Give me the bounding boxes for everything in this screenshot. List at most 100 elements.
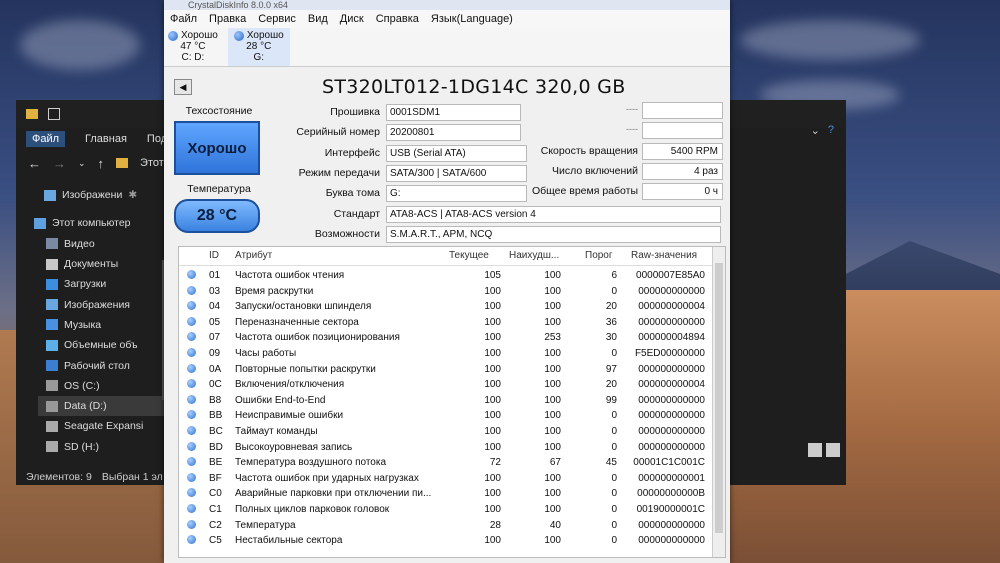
threshold-value: 0 <box>611 535 617 547</box>
current-value: 100 <box>484 488 501 500</box>
raw-value: 000000004894 <box>638 332 705 344</box>
table-row[interactable]: BB Неисправимые ошибки 100 100 0 000000000000 <box>179 407 709 423</box>
chevron-down-icon[interactable]: ⌄ <box>811 124 820 137</box>
table-row[interactable]: 0C Включения/отключения 100 100 20 0000000000… <box>179 376 709 392</box>
chevron-down-icon[interactable]: ⌄ <box>78 158 86 169</box>
sidebar-item-3d-objects[interactable]: Объемные объ <box>46 335 164 355</box>
sidebar-item-drive-c[interactable]: OS (C:) <box>46 376 164 396</box>
menu-help[interactable]: Справка <box>376 13 419 25</box>
table-row[interactable]: BC Таймаут команды 100 100 0 000000000000 <box>179 423 709 439</box>
quick-access-toolbar-icon[interactable] <box>48 108 60 120</box>
raw-value: 00000000000B <box>637 488 705 500</box>
large-icons-view-icon[interactable] <box>826 443 840 457</box>
sidebar-item-pictures[interactable]: Изображения <box>46 294 164 314</box>
table-row[interactable]: C2 Температура 28 40 0 000000000000 <box>179 517 709 533</box>
col-id[interactable]: ID <box>209 250 219 261</box>
drive-tab-c-d[interactable]: Хорошо 47 °C C: D: <box>168 28 218 66</box>
table-row[interactable]: 03 Время раскрутки 100 100 0 000000000000 <box>179 283 709 299</box>
volume-label: Буква тома <box>325 187 380 199</box>
features-value: S.M.A.R.T., APM, NCQ <box>386 226 721 243</box>
current-value: 100 <box>484 472 501 484</box>
table-scrollbar[interactable] <box>712 247 725 557</box>
drive-tab-g[interactable]: Хорошо 28 °C G: <box>227 28 290 66</box>
menu-file[interactable]: Файл <box>170 13 197 25</box>
table-row[interactable]: 04 Запуски/остановки шпинделя 100 100 20 0000… <box>179 298 709 314</box>
menu-view[interactable]: Вид <box>308 13 328 25</box>
col-attribute[interactable]: Атрибут <box>235 250 272 261</box>
sidebar-item-sd[interactable]: SD (H:) <box>46 437 164 457</box>
table-row[interactable]: BE Температура воздушного потока 72 67 45 000… <box>179 454 709 470</box>
menu-edit[interactable]: Правка <box>209 13 246 25</box>
col-current[interactable]: Текущее <box>449 250 489 261</box>
table-row[interactable]: C1 Полных циклов парковок головок 100 100 0 0… <box>179 501 709 517</box>
sd-card-icon <box>46 441 58 453</box>
worst-value: 67 <box>549 457 561 469</box>
table-row[interactable]: BF Частота ошибок при ударных нагрузках 10… <box>179 470 709 486</box>
current-value: 100 <box>484 348 501 359</box>
table-row[interactable]: C0 Аварийные парковки при отключении пи..… <box>179 485 709 501</box>
raw-value: 0000007E85A0 <box>636 270 705 281</box>
current-value: 100 <box>484 410 501 422</box>
table-row[interactable]: 05 Переназначенные сектора 100 100 36 0000000… <box>179 314 709 330</box>
table-row[interactable]: 0A Повторные попытки раскрутки 100 100 97 000… <box>179 361 709 377</box>
attribute-name: Запуски/остановки шпинделя <box>235 301 372 313</box>
details-view-icon[interactable] <box>808 443 822 457</box>
menu-language[interactable]: Язык(Language) <box>431 13 513 25</box>
table-row[interactable]: 07 Частота ошибок позиционирования 100 253 3… <box>179 329 709 345</box>
previous-disk-button[interactable]: ◀ <box>174 79 192 95</box>
forward-arrow-icon[interactable]: → <box>53 156 66 171</box>
col-threshold[interactable]: Порог <box>585 250 613 261</box>
sidebar-item-this-pc[interactable]: Этот компьютер <box>34 213 164 233</box>
threshold-value: 0 <box>611 504 617 515</box>
power-hours-label: Общее время работы <box>531 185 638 197</box>
worst-value: 100 <box>544 472 561 484</box>
health-status-badge[interactable]: Хорошо <box>174 121 260 175</box>
desktop-folder-icon <box>46 360 58 372</box>
sidebar-item-video[interactable]: Видео <box>46 234 164 254</box>
table-row[interactable]: BD Высокоуровневая запись 100 100 0 000000000… <box>179 439 709 455</box>
interface-label: Интерфейс <box>324 147 380 159</box>
current-value: 100 <box>484 316 501 328</box>
sidebar-item-downloads[interactable]: Загрузки <box>46 274 164 294</box>
sidebar-item-drive-d[interactable]: Data (D:) <box>38 395 164 417</box>
threshold-value: 97 <box>605 363 617 375</box>
status-good-icon <box>187 394 196 404</box>
serial-value: 20200801 <box>386 124 521 141</box>
attribute-id: 07 <box>209 332 221 344</box>
drive-c-icon <box>46 380 58 392</box>
sidebar-item-desktop[interactable]: Рабочий стол <box>46 355 164 375</box>
back-arrow-icon[interactable]: ← <box>28 156 41 171</box>
quick-access-item[interactable]: Изображени ✱ <box>44 185 164 205</box>
table-row[interactable]: 01 Частота ошибок чтения 105 100 6 0000007E85… <box>179 267 709 283</box>
sidebar-item-documents[interactable]: Документы <box>46 254 164 274</box>
table-row[interactable]: B8 Ошибки End-to-End 100 100 99 000000000000 <box>179 392 709 408</box>
table-row[interactable]: C5 Нестабильные сектора 100 100 0 00000000000… <box>179 532 709 548</box>
tab-file[interactable]: Файл <box>26 131 66 147</box>
navigation-pane: Изображени ✱ Этот компьютер Видео Докуме… <box>34 185 164 457</box>
attribute-name: Нестабильные сектора <box>235 535 343 547</box>
status-good-icon <box>187 426 196 435</box>
current-value: 100 <box>484 535 501 547</box>
sidebar-item-seagate[interactable]: Seagate Expansi <box>46 416 164 436</box>
menu-disk[interactable]: Диск <box>340 13 364 25</box>
current-value: 100 <box>484 285 501 297</box>
temperature-badge[interactable]: 28 °C <box>174 199 260 233</box>
attribute-name: Часы работы <box>235 348 297 359</box>
status-good-icon <box>187 363 196 373</box>
scrollbar-thumb[interactable] <box>715 263 723 533</box>
address-bar[interactable]: Этот <box>140 157 164 169</box>
up-arrow-icon[interactable]: ↑ <box>98 156 105 171</box>
sidebar-item-music[interactable]: Музыка <box>46 315 164 335</box>
status-good-icon <box>187 270 196 279</box>
worst-value: 100 <box>544 316 561 328</box>
downloads-folder-icon <box>46 278 58 290</box>
col-raw[interactable]: Raw-значения <box>631 250 697 261</box>
col-worst[interactable]: Наихудш... <box>509 250 559 261</box>
help-icon[interactable]: ? <box>828 124 834 137</box>
menu-service[interactable]: Сервис <box>258 13 296 25</box>
current-value: 100 <box>484 363 501 375</box>
tab-home[interactable]: Главная <box>85 133 127 145</box>
pictures-folder-icon <box>46 299 58 311</box>
table-row[interactable]: 09 Часы работы 100 100 0 F5ED00000000 <box>179 345 709 361</box>
crystaldiskinfo-window: CrystalDiskInfo 8.0.0 x64 Файл Правка Се… <box>164 0 730 563</box>
